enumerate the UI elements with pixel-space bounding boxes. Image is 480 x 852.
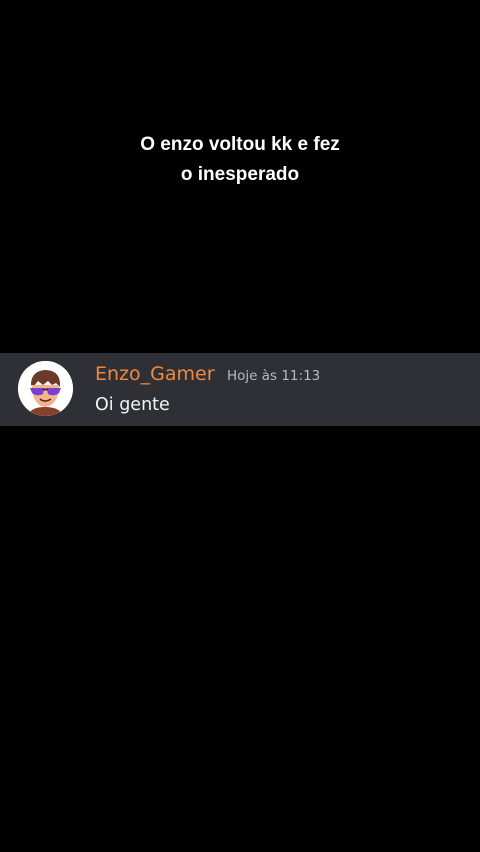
user-avatar[interactable] xyxy=(18,361,73,416)
chat-message: Enzo_Gamer Hoje às 11:13 Oi gente xyxy=(0,353,480,426)
username[interactable]: Enzo_Gamer xyxy=(95,363,215,385)
message-content: Oi gente xyxy=(95,395,170,415)
caption-line-2: o inesperado xyxy=(180,164,300,185)
video-caption: O enzo voltou kk e fez o inesperado xyxy=(0,130,480,190)
message-header: Enzo_Gamer Hoje às 11:13 xyxy=(95,363,320,385)
message-timestamp: Hoje às 11:13 xyxy=(226,368,321,384)
caption-line-1: O enzo voltou kk e fez xyxy=(140,134,340,155)
roblox-avatar-sunglasses-icon xyxy=(18,361,73,416)
